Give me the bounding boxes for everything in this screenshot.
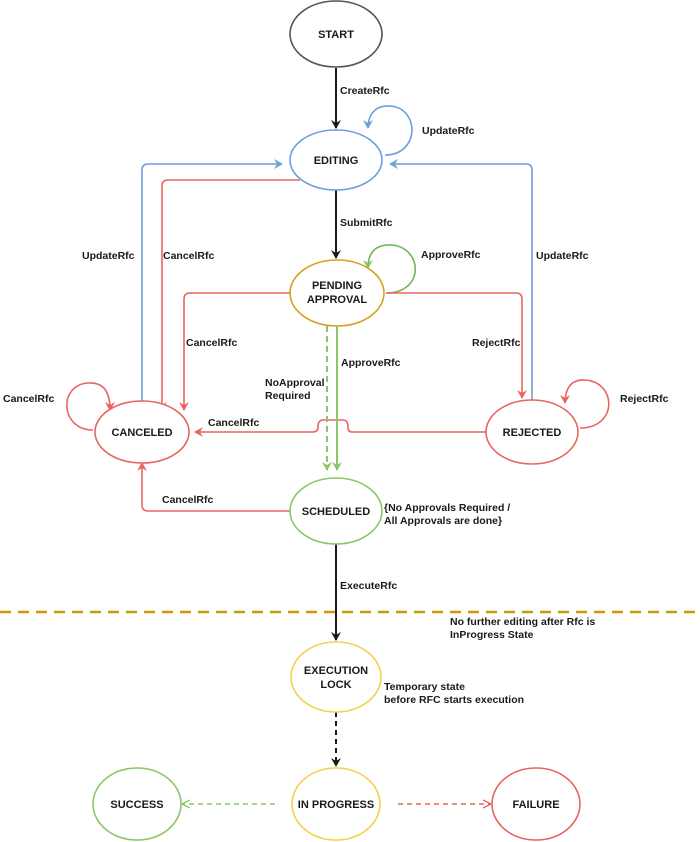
node-success-label: SUCCESS	[110, 799, 163, 811]
node-in-progress-label: IN PROGRESS	[298, 799, 374, 811]
note-scheduled-1: {No Approvals Required /	[384, 502, 510, 514]
node-success[interactable]: SUCCESS	[92, 767, 182, 841]
edge-label-no-approval-2: Required	[265, 390, 311, 402]
node-lock-label-2: LOCK	[320, 679, 351, 691]
edge-label-create: CreateRfc	[340, 85, 390, 97]
note-divider-2: InProgress State	[450, 629, 534, 641]
edge-label-no-approval-1: NoApproval	[265, 377, 325, 389]
node-pending-label-1: PENDING	[312, 280, 362, 292]
edge-label-update-self: UpdateRfc	[422, 125, 475, 137]
node-pending-approval[interactable]: PENDING APPROVAL	[289, 259, 385, 327]
node-scheduled-label: SCHEDULED	[302, 506, 371, 518]
node-lock-label-1: EXECUTION	[304, 665, 368, 677]
edge-label-approve-self: ApproveRfc	[421, 249, 481, 261]
note-divider-1: No further editing after Rfc is	[450, 616, 595, 628]
edge-label-reject-self: RejectRfc	[620, 393, 669, 405]
node-editing[interactable]: EDITING	[289, 129, 383, 191]
edge-label-execute: ExecuteRfc	[340, 580, 397, 592]
edge-label-submit: SubmitRfc	[340, 217, 393, 229]
edge-label-update-right: UpdateRfc	[536, 250, 589, 262]
node-execution-lock[interactable]: EXECUTION LOCK	[290, 641, 382, 713]
node-in-progress[interactable]: IN PROGRESS	[291, 767, 381, 841]
node-failure-label: FAILURE	[512, 799, 559, 811]
node-rejected-label: REJECTED	[503, 427, 562, 439]
node-canceled[interactable]: CANCELED	[94, 400, 190, 464]
edge-update-left	[141, 159, 283, 408]
edge-cancel-editing	[157, 179, 300, 411]
note-lock-1: Temporary state	[384, 681, 465, 693]
edge-label-cancel-scheduled: CancelRfc	[162, 494, 214, 506]
edge-label-cancel-rejected: CancelRfc	[208, 417, 260, 429]
node-scheduled[interactable]: SCHEDULED	[289, 477, 383, 545]
edge-label-reject: RejectRfc	[472, 337, 521, 349]
note-lock-2: before RFC starts execution	[384, 694, 524, 706]
node-start-label: START	[318, 29, 354, 41]
node-failure[interactable]: FAILURE	[491, 767, 581, 841]
state-diagram: CreateRfc UpdateRfc SubmitRfc ApproveRfc…	[0, 0, 700, 841]
edge-label-cancel-self: CancelRfc	[3, 393, 55, 405]
node-pending-label-2: APPROVAL	[307, 294, 368, 306]
edge-label-update-left: UpdateRfc	[82, 250, 135, 262]
node-editing-label: EDITING	[314, 155, 359, 167]
edge-label-cancel-pending: CancelRfc	[186, 337, 238, 349]
edge-label-cancel-editing: CancelRfc	[163, 250, 215, 262]
note-scheduled-2: All Approvals are done}	[384, 515, 502, 527]
node-rejected[interactable]: REJECTED	[485, 399, 579, 465]
node-canceled-label: CANCELED	[111, 427, 172, 439]
node-start[interactable]: START	[289, 0, 383, 68]
edge-label-approve: ApproveRfc	[341, 357, 401, 369]
